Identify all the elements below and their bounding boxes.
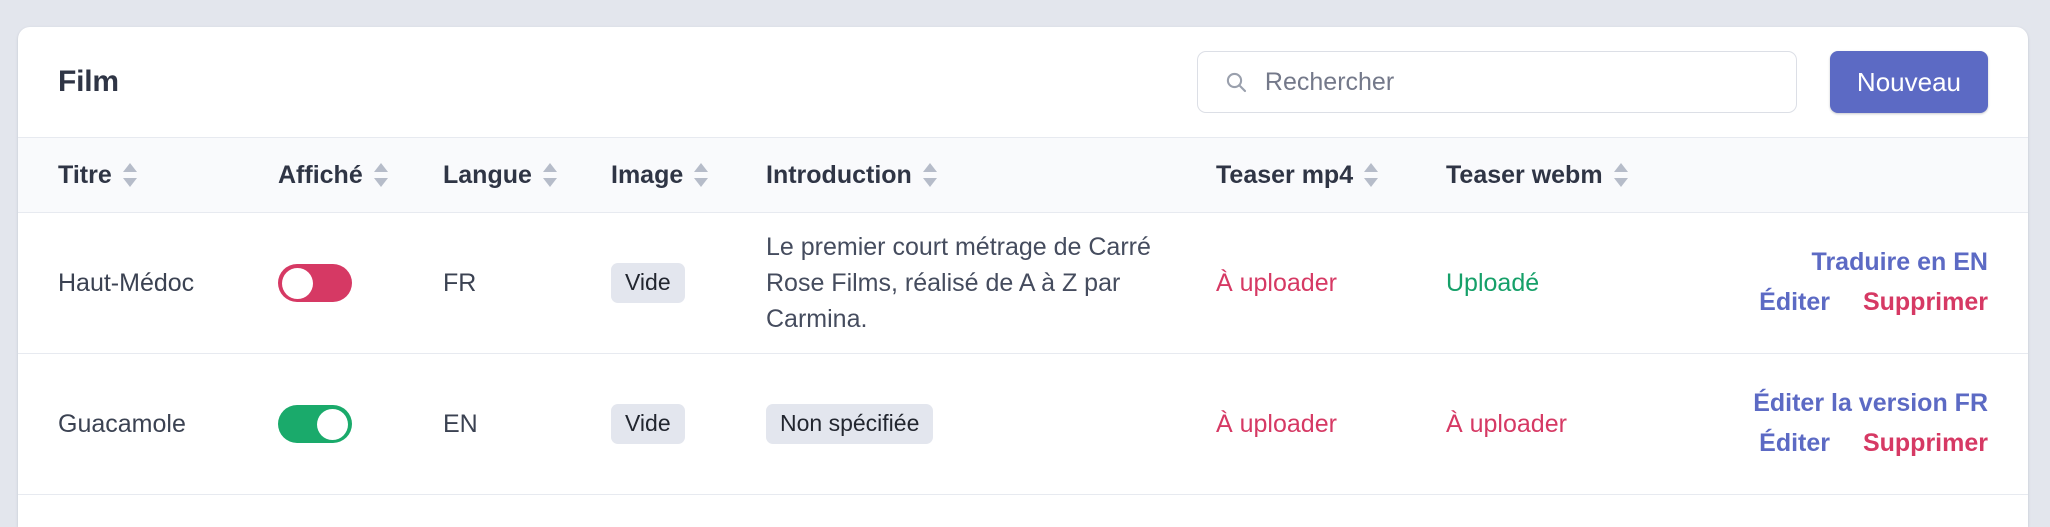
column-label-introduction: Introduction — [766, 160, 912, 189]
badge-introduction: Non spécifiée — [766, 404, 934, 444]
cell-titre: Haut-Médoc — [58, 268, 195, 297]
column-label-affiche: Affiché — [278, 160, 363, 189]
film-table: Titre Affiché Langue Image Introduction … — [18, 137, 2028, 495]
sort-updown-icon[interactable] — [694, 162, 709, 188]
edit-link[interactable]: Éditer — [1759, 288, 1830, 316]
delete-link[interactable]: Supprimer — [1863, 288, 1988, 316]
cell-langue: FR — [443, 268, 477, 297]
cell-introduction: Non spécifiée — [766, 354, 1216, 495]
toggle-affiche[interactable] — [278, 405, 352, 443]
column-label-langue: Langue — [443, 160, 532, 189]
sort-updown-icon[interactable] — [122, 162, 138, 188]
table-header-row: Titre Affiché Langue Image Introduction … — [18, 137, 2028, 213]
column-label-image: Image — [611, 160, 684, 189]
column-label-teaser-webm: Teaser webm — [1446, 160, 1603, 189]
badge-image: Vide — [611, 263, 685, 303]
cell-langue: EN — [443, 409, 478, 438]
search-box[interactable] — [1196, 51, 1797, 113]
table-body: Haut-Médoc FR Vide Le premier court métr… — [18, 213, 2028, 495]
cell-teaser-webm: À uploader — [1446, 354, 1701, 495]
column-header-image[interactable]: Image — [611, 138, 766, 213]
cell-teaser-webm: Uploadé — [1446, 213, 1701, 354]
new-button[interactable]: Nouveau — [1829, 51, 1988, 113]
table-row: Haut-Médoc FR Vide Le premier court métr… — [18, 213, 2028, 354]
sort-updown-icon[interactable] — [542, 162, 558, 188]
edit-link[interactable]: Éditer — [1759, 429, 1830, 457]
sort-updown-icon[interactable] — [1364, 162, 1379, 188]
cell-titre: Guacamole — [58, 409, 186, 438]
toggle-knob — [317, 408, 348, 440]
delete-link[interactable]: Supprimer — [1863, 429, 1988, 457]
toggle-affiche[interactable] — [278, 264, 352, 302]
cell-teaser-mp4: À uploader — [1216, 213, 1446, 354]
column-header-introduction[interactable]: Introduction — [766, 138, 1216, 213]
column-header-titre[interactable]: Titre — [18, 138, 278, 213]
column-header-teaser-webm[interactable]: Teaser webm — [1446, 138, 1701, 213]
translate-link[interactable]: Éditer la version FR — [1753, 389, 1988, 417]
table-row: Guacamole EN Vide Non spécifiée À upload… — [18, 354, 2028, 495]
cell-affiche — [278, 354, 443, 495]
badge-image: Vide — [611, 404, 685, 444]
sort-updown-icon[interactable] — [922, 162, 938, 188]
page-title: Film — [58, 65, 119, 98]
status-teaser-mp4: À uploader — [1216, 409, 1337, 438]
column-label-titre: Titre — [58, 160, 112, 189]
introduction-text: Le premier court métrage de Carré Rose F… — [766, 233, 1151, 333]
status-teaser-webm: Uploadé — [1446, 268, 1540, 297]
column-label-teaser-mp4: Teaser mp4 — [1216, 160, 1354, 189]
column-header-teaser-mp4[interactable]: Teaser mp4 — [1216, 138, 1446, 213]
search-icon — [1224, 70, 1248, 94]
film-card: Film Nouveau — [18, 27, 2028, 527]
translate-link[interactable]: Traduire en EN — [1812, 248, 1988, 276]
cell-image: Vide — [611, 354, 766, 495]
search-input[interactable] — [1264, 62, 1745, 102]
cell-image: Vide — [611, 213, 766, 354]
cell-teaser-mp4: À uploader — [1216, 354, 1446, 495]
cell-actions: Traduire en EN Éditer Supprimer — [1701, 213, 2028, 354]
column-header-affiche[interactable]: Affiché — [278, 138, 443, 213]
column-header-actions — [1701, 138, 2028, 213]
app-root: Film Nouveau — [0, 0, 2050, 527]
cell-affiche — [278, 213, 443, 354]
sort-updown-icon[interactable] — [1613, 162, 1629, 188]
toggle-knob — [282, 267, 313, 299]
column-header-langue[interactable]: Langue — [443, 138, 611, 213]
header-tools: Nouveau — [1196, 51, 1988, 113]
row-actions: Traduire en EN Éditer Supprimer — [1701, 246, 1988, 320]
table-head: Titre Affiché Langue Image Introduction … — [18, 137, 2028, 213]
status-teaser-mp4: À uploader — [1216, 268, 1337, 297]
row-actions: Éditer la version FR Éditer Supprimer — [1701, 387, 1988, 461]
sort-updown-icon[interactable] — [373, 162, 389, 188]
status-teaser-webm: À uploader — [1446, 409, 1567, 438]
cell-introduction: Le premier court métrage de Carré Rose F… — [766, 213, 1216, 354]
cell-actions: Éditer la version FR Éditer Supprimer — [1701, 354, 2028, 495]
card-header: Film Nouveau — [18, 27, 2028, 137]
